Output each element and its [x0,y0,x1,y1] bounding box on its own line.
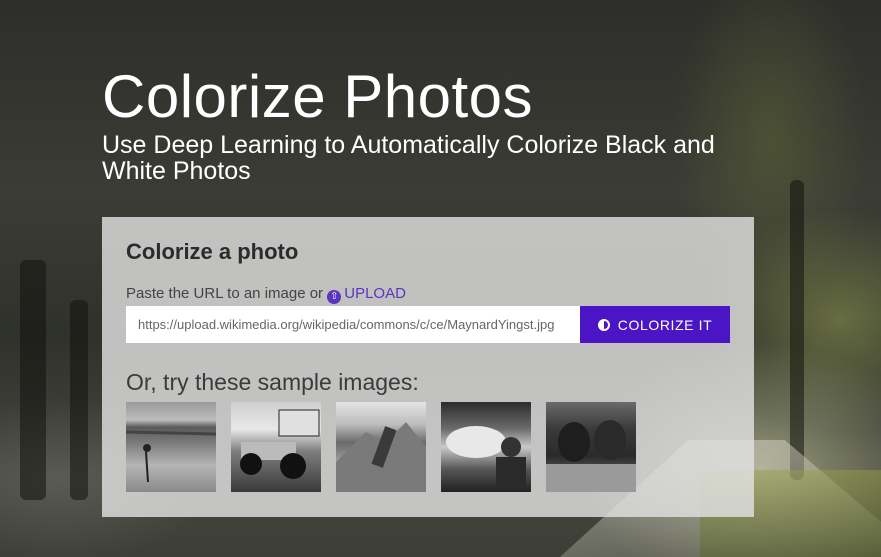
sample-image-bird-on-beach[interactable] [126,402,216,492]
sample-image-mountain-climber[interactable] [336,402,426,492]
tree-trunk [20,260,46,500]
tree-trunk [790,180,804,480]
sprint-car-race-thumbnail [240,409,320,479]
colorize-button-label: COLORIZE IT [617,316,713,333]
colorize-panel: Colorize a photo Paste the URL to an ima… [102,217,754,517]
sample-image-sprint-car-race[interactable] [231,402,321,492]
paste-prompt-text: Paste the URL to an image or [126,285,324,302]
page-subtitle: Use Deep Learning to Automatically Color… [102,131,715,185]
panel-heading: Colorize a photo [126,239,299,264]
fire-breather-thumbnail [446,426,526,487]
mountain-climber-thumbnail [336,422,426,492]
sample-image-fire-breather[interactable] [441,402,531,492]
sample-images [126,402,636,492]
upload-circle-icon: ⇧ [327,290,342,304]
page-title: Colorize Photos [102,63,534,130]
image-url-input[interactable] [126,306,580,343]
cows-in-field-thumbnail [546,420,636,492]
upload-label: UPLOAD [344,285,406,302]
sample-image-cows-in-field[interactable] [546,402,636,492]
colorize-button[interactable]: COLORIZE IT [580,306,730,343]
tree-trunk [70,300,88,500]
samples-title: Or, try these sample images: [126,369,419,395]
half-circle-icon [597,318,610,331]
hero: Colorize Photos Use Deep Learning to Aut… [102,62,762,184]
bird-on-beach-thumbnail [126,430,216,483]
upload-link[interactable]: ⇧ UPLOAD [327,285,406,304]
paste-prompt-line: Paste the URL to an image or ⇧ UPLOAD [126,285,406,304]
